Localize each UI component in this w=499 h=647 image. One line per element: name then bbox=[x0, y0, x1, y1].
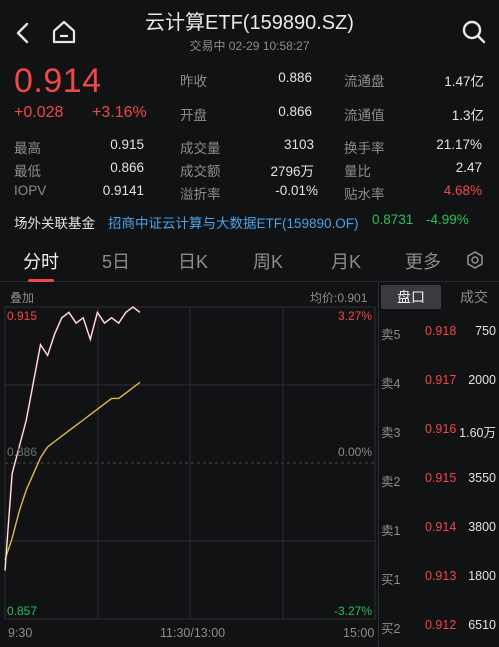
order-price: 0.916 bbox=[425, 422, 457, 436]
stat-value: 2796万 bbox=[270, 164, 314, 179]
related-fund-row[interactable]: 场外关联基金 招商中证云计算与大数据ETF(159890.OF) 0.8731 … bbox=[0, 204, 499, 236]
avg-price-label: 均价:0.901 bbox=[310, 291, 368, 305]
stat-label: 最高 bbox=[14, 141, 41, 156]
stat-value: 4.68% bbox=[443, 183, 482, 198]
order-price: 0.917 bbox=[425, 373, 457, 387]
stat-label: 成交额 bbox=[180, 164, 221, 179]
avg-price-line bbox=[4, 381, 141, 561]
order-side: 卖1 bbox=[381, 524, 401, 538]
time-end: 15:00 bbox=[343, 626, 375, 640]
time-start: 9:30 bbox=[8, 626, 33, 640]
settings-icon[interactable] bbox=[465, 250, 485, 275]
stat-value: 3103 bbox=[283, 137, 314, 152]
price-change-pct: +3.16% bbox=[92, 104, 147, 121]
order-price: 0.915 bbox=[425, 471, 457, 485]
stat-value: 21.17% bbox=[436, 137, 482, 152]
order-side: 卖4 bbox=[381, 377, 401, 391]
stat-label: 贴水率 bbox=[344, 187, 385, 202]
stat-value: 0.886 bbox=[278, 70, 312, 85]
order-price: 0.918 bbox=[425, 324, 457, 338]
order-side: 卖5 bbox=[381, 328, 401, 342]
order-row: 卖5 0.918 750 bbox=[379, 324, 499, 344]
tab-5day[interactable]: 5日 bbox=[102, 248, 130, 274]
tab-daily-k[interactable]: 日K bbox=[178, 248, 208, 274]
price-line-shadow bbox=[4, 305, 141, 571]
order-row: 卖1 0.914 3800 bbox=[379, 520, 499, 540]
stat-value: 2.47 bbox=[455, 160, 482, 175]
stat-label: 开盘 bbox=[180, 108, 207, 123]
axis-top-price: 0.915 bbox=[7, 309, 37, 323]
order-volume: 750 bbox=[475, 324, 496, 338]
price-line bbox=[4, 306, 141, 571]
stat-label: 溢折率 bbox=[180, 187, 221, 202]
trading-status: 交易中 02-29 10:58:27 bbox=[189, 39, 310, 53]
order-row: 卖3 0.916 1.60万 bbox=[379, 422, 499, 442]
stat-label: 换手率 bbox=[344, 141, 385, 156]
stat-label: 最低 bbox=[14, 164, 41, 179]
related-fund-label: 场外关联基金 bbox=[14, 216, 95, 231]
stat-value: 0.915 bbox=[110, 137, 144, 152]
order-volume: 3550 bbox=[468, 471, 496, 485]
order-volume: 1800 bbox=[468, 569, 496, 583]
current-price: 0.914 bbox=[14, 62, 102, 100]
order-row: 买1 0.913 1800 bbox=[379, 569, 499, 589]
related-fund-value: 0.8731 bbox=[372, 212, 414, 227]
chart-tabs: 分时 5日 日K 周K 月K 更多 bbox=[0, 238, 499, 282]
order-side: 买1 bbox=[381, 573, 401, 587]
order-row: 买2 0.912 6510 bbox=[379, 618, 499, 638]
stat-label: 流通值 bbox=[344, 108, 385, 123]
stat-label: 流通盘 bbox=[344, 74, 385, 89]
order-price: 0.914 bbox=[425, 520, 457, 534]
stat-value: 0.866 bbox=[110, 160, 144, 175]
tab-monthly-k[interactable]: 月K bbox=[331, 248, 361, 274]
order-book: 盘口 成交 卖5 0.918 750 卖4 0.917 2000 卖3 0.91… bbox=[378, 282, 499, 647]
order-volume: 3800 bbox=[468, 520, 496, 534]
order-price: 0.913 bbox=[425, 569, 457, 583]
order-side: 卖3 bbox=[381, 426, 401, 440]
tab-intraday[interactable]: 分时 bbox=[23, 248, 59, 274]
time-mid: 11:30/13:00 bbox=[160, 626, 226, 640]
tab-more[interactable]: 更多 bbox=[405, 248, 441, 274]
order-row: 卖2 0.915 3550 bbox=[379, 471, 499, 491]
stat-label: 成交量 bbox=[180, 141, 221, 156]
stat-value: 1.3亿 bbox=[451, 108, 484, 123]
stat-value: 1.47亿 bbox=[444, 74, 484, 89]
overlay-toggle[interactable]: 叠加 bbox=[10, 289, 34, 306]
axis-mid-price: 0.886 bbox=[7, 445, 37, 459]
order-volume: 6510 bbox=[468, 618, 496, 632]
order-side: 卖2 bbox=[381, 475, 401, 489]
axis-bottom-price: 0.857 bbox=[7, 604, 37, 618]
stat-label: 昨收 bbox=[180, 74, 207, 89]
order-price: 0.912 bbox=[425, 618, 457, 632]
axis-top-pct: 3.27% bbox=[338, 309, 372, 323]
order-side: 买2 bbox=[381, 622, 401, 636]
intraday-chart[interactable]: 0.915 3.27% 0.886 0.00% 0.857 -3.27% bbox=[0, 305, 378, 623]
related-fund-link[interactable]: 招商中证云计算与大数据ETF(159890.OF) bbox=[108, 212, 359, 232]
search-icon[interactable] bbox=[460, 18, 488, 46]
related-fund-pct: -4.99% bbox=[426, 212, 469, 227]
order-volume: 2000 bbox=[468, 373, 496, 387]
tab-weekly-k[interactable]: 周K bbox=[253, 248, 283, 274]
tab-order-book[interactable]: 盘口 bbox=[381, 285, 441, 309]
order-volume: 1.60万 bbox=[459, 426, 496, 440]
stat-label: IOPV bbox=[14, 183, 47, 198]
stat-value: 0.866 bbox=[278, 104, 312, 119]
stat-label: 量比 bbox=[344, 164, 371, 179]
tab-trades[interactable]: 成交 bbox=[449, 285, 499, 309]
stat-value: -0.01% bbox=[275, 183, 318, 198]
order-row: 卖4 0.917 2000 bbox=[379, 373, 499, 393]
stat-value: 0.9141 bbox=[102, 183, 144, 198]
price-change: +0.028 bbox=[14, 104, 64, 121]
active-tab-indicator bbox=[28, 279, 54, 282]
axis-bottom-pct: -3.27% bbox=[334, 604, 372, 618]
axis-mid-pct: 0.00% bbox=[338, 445, 372, 459]
page-title: 云计算ETF(159890.SZ) bbox=[145, 12, 354, 34]
